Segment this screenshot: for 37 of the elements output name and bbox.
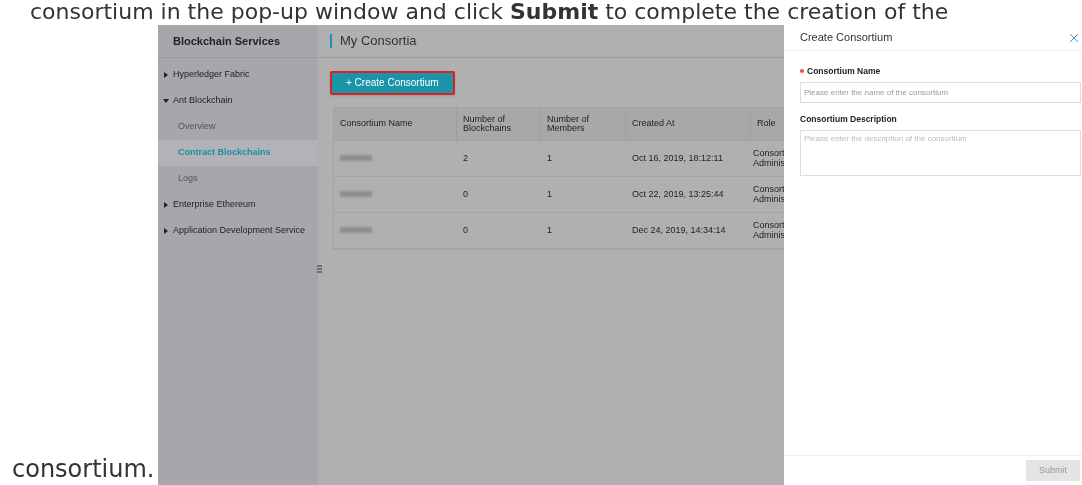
redacted-name bbox=[340, 191, 372, 197]
sidebar-item[interactable]: Application Development Service bbox=[173, 224, 306, 238]
table-cell: Consort Adminis bbox=[753, 148, 785, 168]
column-header: Role bbox=[757, 119, 776, 128]
table-cell-text: 0 bbox=[463, 225, 469, 235]
paragraph-text: consortium. bbox=[12, 454, 155, 484]
sidebar-title: Blockchain Services bbox=[173, 33, 280, 49]
table-cell-text: 1 bbox=[547, 189, 553, 199]
table-cell-text: Oct 22, 2019, 13:25:44 bbox=[632, 189, 725, 199]
table-cell: Consort Adminis bbox=[753, 184, 785, 204]
table-cell-text: 1 bbox=[547, 153, 553, 163]
table-cell-text: 0 bbox=[463, 189, 469, 199]
column-header: Number of Blockchains bbox=[463, 114, 513, 133]
drawer-title: Create Consortium bbox=[800, 30, 893, 46]
sidebar-item[interactable]: Hyperledger Fabric bbox=[173, 68, 250, 82]
field-label: Consortium Name bbox=[807, 65, 881, 78]
column-header: Consortium Name bbox=[340, 119, 413, 128]
redacted-name bbox=[340, 155, 372, 161]
table-cell: Consort Adminis bbox=[753, 220, 785, 240]
table-cell-text: Oct 16, 2019, 18:12:11 bbox=[632, 153, 724, 163]
sidebar-item[interactable]: Ant Blockchain bbox=[173, 94, 233, 108]
menu-icon[interactable] bbox=[317, 265, 322, 273]
name-field[interactable]: Please enter the name of the consortium bbox=[800, 81, 1081, 103]
page-title: My Consortia bbox=[340, 32, 417, 51]
field-label: Consortium Description bbox=[800, 112, 897, 126]
paragraph-text: consortium in the pop-up window and click Submit to complete the creation of the bbox=[30, 0, 949, 24]
close-icon[interactable] bbox=[1069, 32, 1079, 43]
sidebar-item[interactable]: Overview bbox=[178, 120, 216, 134]
create-consortium-button[interactable]: + Create Consortium bbox=[330, 70, 455, 95]
column-header: Created At bbox=[632, 119, 675, 128]
column-header: Number of Members bbox=[547, 114, 591, 133]
table-cell-text: 2 bbox=[463, 153, 469, 163]
sidebar-item[interactable]: Logs bbox=[178, 172, 198, 186]
sidebar-item[interactable]: Enterprise Ethereum bbox=[173, 198, 256, 212]
table-cell-text: Dec 24, 2019, 14:34:14 bbox=[632, 225, 727, 235]
redacted-name bbox=[340, 227, 372, 233]
table-cell-text: 1 bbox=[547, 225, 553, 235]
